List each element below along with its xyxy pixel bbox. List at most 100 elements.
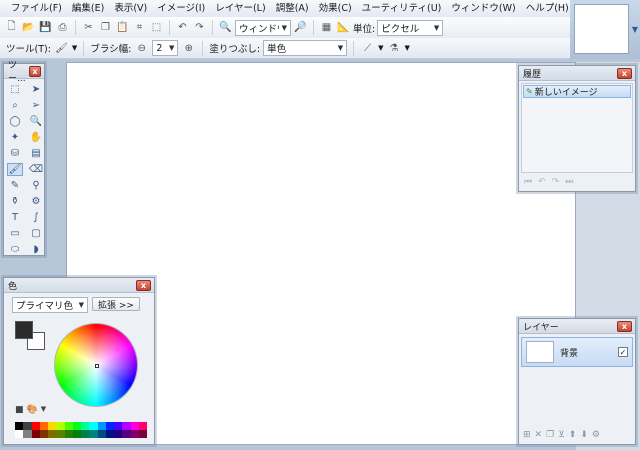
palette-swatch[interactable] (39, 422, 48, 430)
undo-icon[interactable]: ↶ (175, 20, 190, 35)
menu-edit[interactable]: 編集(E) (67, 0, 109, 17)
move-selection-icon[interactable]: ➤ (28, 83, 44, 96)
rounded-rectangle-icon[interactable]: ▢ (28, 227, 44, 240)
palette-swatch[interactable] (138, 430, 147, 438)
move-layer-down-icon[interactable]: ⬇ (580, 430, 588, 440)
palette-swatch[interactable] (64, 422, 73, 430)
brush-width-select[interactable]: 2 ▼ (152, 40, 179, 56)
palette-swatch[interactable] (72, 430, 81, 438)
palette-swatch[interactable] (48, 422, 57, 430)
palette-swatch[interactable] (72, 422, 81, 430)
ellipse-icon[interactable]: ⬭ (7, 243, 23, 256)
palette-swatch[interactable] (31, 422, 40, 430)
undo-icon[interactable]: ↶ (538, 177, 546, 187)
colors-title-bar[interactable]: 色 x (4, 278, 154, 293)
layer-visible-checkbox[interactable]: ✓ (618, 347, 628, 357)
menu-utilities[interactable]: ユーティリティ(U) (357, 0, 447, 17)
palette-swatch[interactable] (81, 422, 90, 430)
reset-colors-icon[interactable]: ■ (15, 405, 24, 415)
chevron-down-icon[interactable]: ▼ (632, 25, 638, 34)
fast-forward-icon[interactable]: ⏭ (565, 177, 573, 187)
palette-swatch[interactable] (97, 422, 106, 430)
palette-swatch[interactable] (97, 430, 106, 438)
image-thumbnail[interactable] (574, 4, 629, 54)
rectangle-select-icon[interactable]: ⬚ (7, 83, 23, 96)
close-icon[interactable]: x (28, 65, 41, 77)
eraser-icon[interactable]: ⌫ (28, 163, 44, 176)
delete-layer-icon[interactable]: ✕ (535, 430, 543, 440)
color-wheel-cursor[interactable] (95, 364, 99, 368)
paintbrush-icon[interactable]: 🖌 (54, 41, 69, 56)
palette-swatch[interactable] (122, 422, 131, 430)
palette-swatch[interactable] (15, 430, 24, 438)
palette-icon[interactable]: 🎨 (27, 405, 38, 415)
increase-icon[interactable]: ⊕ (181, 41, 196, 56)
rectangle-icon[interactable]: ▭ (7, 227, 23, 240)
palette-swatch[interactable] (114, 430, 123, 438)
cut-icon[interactable]: ✂ (81, 20, 96, 35)
palette-swatch[interactable] (89, 430, 98, 438)
zoom-out-icon[interactable]: 🔍 (218, 20, 233, 35)
zoom-in-icon[interactable]: 🔎 (293, 20, 308, 35)
history-title-bar[interactable]: 履歴 x (519, 66, 635, 81)
redo-icon[interactable]: ↷ (192, 20, 207, 35)
close-icon[interactable]: x (617, 320, 632, 332)
paint-bucket-icon[interactable]: ⛁ (7, 147, 23, 160)
menu-effects[interactable]: 効果(C) (314, 0, 357, 17)
primary-color-swatch[interactable] (15, 321, 33, 339)
chevron-down-icon[interactable]: ▼ (405, 44, 410, 52)
copy-icon[interactable]: ❐ (98, 20, 113, 35)
print-icon[interactable]: ⎙ (55, 20, 70, 35)
paintbrush-icon[interactable]: 🖌 (7, 163, 23, 176)
palette-swatch[interactable] (81, 430, 90, 438)
palette-swatch[interactable] (15, 422, 24, 430)
open-folder-icon[interactable]: 📂 (21, 20, 36, 35)
ellipse-select-icon[interactable]: ◯ (7, 115, 23, 128)
menu-image[interactable]: イメージ(I) (152, 0, 210, 17)
chevron-down-icon[interactable]: ▼ (41, 405, 46, 415)
color-mode-select[interactable]: プライマリ色 ▼ (12, 297, 88, 313)
pan-icon[interactable]: ✋ (28, 131, 44, 144)
menu-file[interactable]: ファイル(F) (6, 0, 67, 17)
save-icon[interactable]: 💾 (38, 20, 53, 35)
history-item[interactable]: ✎ 新しいイメージ (523, 85, 631, 98)
menu-help[interactable]: ヘルプ(H) (521, 0, 574, 17)
recolor-icon[interactable]: ⚙ (28, 195, 44, 208)
palette-swatch[interactable] (89, 422, 98, 430)
merge-layer-icon[interactable]: ⊻ (558, 430, 565, 440)
palette-swatch[interactable] (105, 422, 114, 430)
menu-adjustments[interactable]: 調整(A) (271, 0, 314, 17)
layers-title-bar[interactable]: レイヤー x (519, 319, 635, 334)
fill-select[interactable]: 単色 ▼ (263, 40, 348, 56)
pencil-icon[interactable]: ✎ (7, 179, 23, 192)
lasso-icon[interactable]: ⌕ (7, 99, 23, 112)
paste-icon[interactable]: 📋 (115, 20, 130, 35)
layer-row[interactable]: 背景 ✓ (521, 337, 633, 367)
color-wheel[interactable] (54, 323, 138, 407)
palette-swatch[interactable] (130, 430, 139, 438)
more-button[interactable]: 拡張 >> (92, 297, 140, 311)
zoom-select[interactable]: ウィンドウ ▼ (235, 19, 291, 36)
palette-swatch[interactable] (105, 430, 114, 438)
palette-swatch[interactable] (39, 430, 48, 438)
zoom-icon[interactable]: 🔍 (28, 115, 44, 128)
palette-swatch[interactable] (130, 422, 139, 430)
clone-stamp-icon[interactable]: ⚱ (7, 195, 23, 208)
blend-mode-icon[interactable]: ⚗ (387, 41, 402, 56)
palette-swatch[interactable] (114, 422, 123, 430)
chevron-down-icon[interactable]: ▼ (378, 44, 383, 52)
new-file-icon[interactable]: 🗋 (4, 20, 19, 35)
chevron-down-icon[interactable]: ▼ (72, 44, 77, 52)
palette-swatch[interactable] (122, 430, 131, 438)
palette-swatch[interactable] (23, 430, 32, 438)
ruler-icon[interactable]: 📐 (336, 20, 351, 35)
palette-swatch[interactable] (56, 430, 65, 438)
decrease-icon[interactable]: ⊖ (134, 41, 149, 56)
palette-swatch[interactable] (31, 430, 40, 438)
unit-select[interactable]: ピクセル ▼ (377, 19, 444, 36)
freeform-shape-icon[interactable]: ◗ (28, 243, 44, 256)
close-icon[interactable]: x (617, 67, 632, 79)
gradient-icon[interactable]: ▤ (28, 147, 44, 160)
rewind-icon[interactable]: ⏮ (524, 177, 532, 187)
text-icon[interactable]: T (7, 211, 23, 224)
